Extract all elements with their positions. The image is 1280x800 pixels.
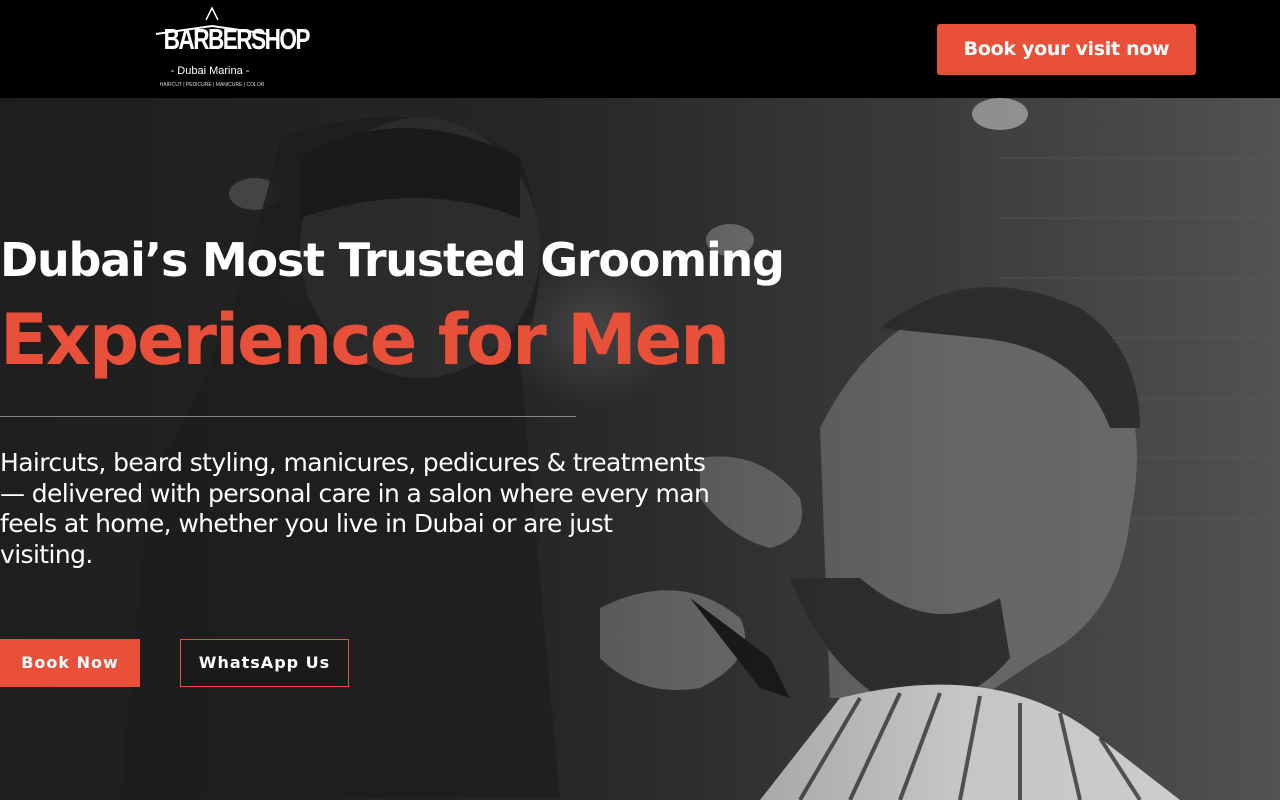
book-visit-button[interactable]: Book your visit now [937,24,1196,75]
book-now-button[interactable]: Book Now [0,639,140,687]
hero-description: Haircuts, beard styling, manicures, pedi… [0,448,710,569]
barbershop-logo[interactable]: BARBERSHOP - Dubai Marina - HAIRCUT | PE… [150,6,311,92]
hero-headline-line1: Dubai’s Most Trusted Grooming [0,233,785,287]
page: BARBERSHOP - Dubai Marina - HAIRCUT | PE… [0,0,1280,800]
hero-divider [0,416,576,417]
site-header: BARBERSHOP - Dubai Marina - HAIRCUT | PE… [0,0,1280,98]
logo-brand: BARBERSHOP [163,24,311,56]
hero-headline-line2: Experience for Men [0,299,730,381]
logo-services: HAIRCUT | PEDICURE | MANICURE | COLOR [159,82,265,88]
logo-location: - Dubai Marina - [170,65,250,77]
whatsapp-button[interactable]: WhatsApp Us [180,639,349,687]
